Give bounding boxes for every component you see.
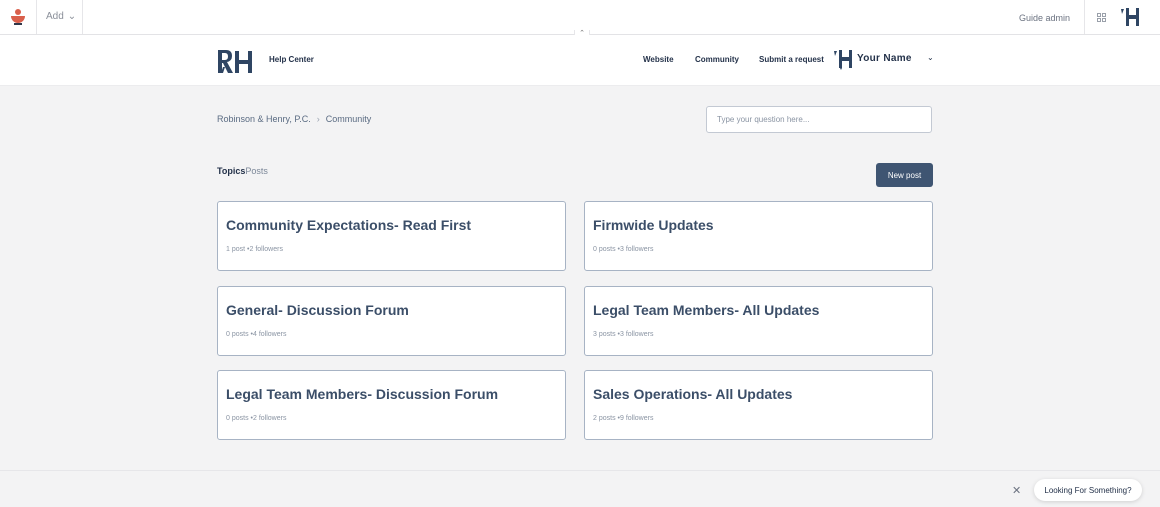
footer-divider bbox=[0, 470, 1160, 471]
user-name[interactable]: Your Name bbox=[857, 53, 912, 64]
user-avatar-icon[interactable] bbox=[832, 47, 856, 71]
new-post-button[interactable]: New post bbox=[876, 163, 933, 187]
nav-community[interactable]: Community bbox=[695, 55, 739, 64]
topic-card[interactable]: Community Expectations- Read First 1 pos… bbox=[217, 201, 566, 271]
breadcrumb-item-community[interactable]: Community bbox=[326, 114, 372, 124]
topic-card[interactable]: Sales Operations- All Updates 2 posts •9… bbox=[584, 370, 933, 440]
topic-title[interactable]: General- Discussion Forum bbox=[226, 302, 409, 318]
breadcrumb-item-firm[interactable]: Robinson & Henry, P.C. bbox=[217, 114, 311, 124]
help-center-header: Help Center Website Community Submit a r… bbox=[0, 35, 1160, 86]
nav-submit-request[interactable]: Submit a request bbox=[759, 55, 824, 64]
topic-meta: 0 posts •4 followers bbox=[226, 331, 287, 338]
divider bbox=[82, 0, 83, 34]
zendesk-logo-icon[interactable] bbox=[11, 9, 25, 25]
chevron-down-icon: ⌄ bbox=[67, 11, 77, 22]
help-widget-button[interactable]: Looking For Something? bbox=[1034, 479, 1142, 501]
topic-card[interactable]: Legal Team Members- All Updates 3 posts … bbox=[584, 286, 933, 356]
tab-posts[interactable]: Posts bbox=[245, 166, 268, 176]
divider bbox=[36, 0, 37, 34]
chevron-down-icon[interactable]: ⌄ bbox=[927, 53, 934, 62]
tab-topics[interactable]: Topics bbox=[217, 166, 245, 176]
topic-title[interactable]: Firmwide Updates bbox=[593, 217, 714, 233]
guide-admin-link[interactable]: Guide admin bbox=[1019, 13, 1070, 23]
topic-title[interactable]: Community Expectations- Read First bbox=[226, 217, 471, 233]
apps-grid-icon[interactable] bbox=[1097, 13, 1106, 22]
chevron-right-icon: › bbox=[316, 114, 320, 124]
close-icon[interactable]: ✕ bbox=[1012, 484, 1021, 497]
nav-website[interactable]: Website bbox=[643, 55, 674, 64]
topic-meta: 0 posts •3 followers bbox=[593, 246, 654, 253]
topic-card[interactable]: General- Discussion Forum 0 posts •4 fol… bbox=[217, 286, 566, 356]
topic-meta: 0 posts •2 followers bbox=[226, 415, 287, 422]
topic-title[interactable]: Sales Operations- All Updates bbox=[593, 386, 792, 402]
topic-meta: 1 post •2 followers bbox=[226, 246, 283, 253]
topic-title[interactable]: Legal Team Members- All Updates bbox=[593, 302, 819, 318]
topic-meta: 2 posts •9 followers bbox=[593, 415, 654, 422]
search-input[interactable] bbox=[706, 106, 932, 133]
topic-meta: 3 posts •3 followers bbox=[593, 331, 654, 338]
brand-name: Help Center bbox=[269, 55, 314, 64]
topic-title[interactable]: Legal Team Members- Discussion Forum bbox=[226, 386, 498, 402]
breadcrumb: Robinson & Henry, P.C. › Community bbox=[217, 114, 371, 124]
topic-card[interactable]: Firmwide Updates 0 posts •3 followers bbox=[584, 201, 933, 271]
user-avatar-icon[interactable] bbox=[1119, 5, 1143, 29]
add-button[interactable]: Add ⌄ bbox=[46, 11, 76, 22]
topic-card[interactable]: Legal Team Members- Discussion Forum 0 p… bbox=[217, 370, 566, 440]
rh-logo[interactable] bbox=[217, 48, 255, 74]
add-label: Add bbox=[46, 11, 64, 22]
topic-post-tabs: TopicsPosts bbox=[217, 166, 268, 176]
divider bbox=[1084, 0, 1085, 34]
